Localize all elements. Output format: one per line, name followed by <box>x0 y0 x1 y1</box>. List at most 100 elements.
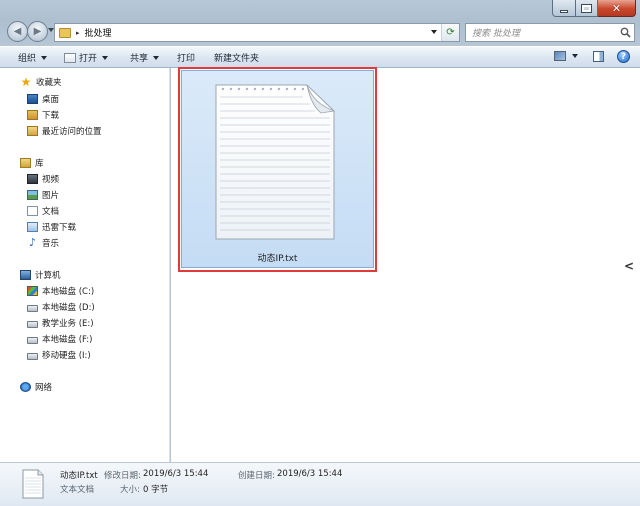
address-dropdown-icon[interactable] <box>431 30 437 34</box>
search-input[interactable]: 搜索 批处理 <box>466 26 618 39</box>
close-button[interactable]: ✕ <box>598 0 636 17</box>
close-icon: ✕ <box>611 1 622 15</box>
details-pane: 动态IP.txt 修改日期: 2019/6/3 15:44 创建日期: 2019… <box>0 462 640 506</box>
share-button[interactable]: 共享 <box>130 51 160 64</box>
forward-button[interactable]: ▶ <box>27 21 48 42</box>
video-library-icon <box>27 174 38 184</box>
organize-button[interactable]: 组织 <box>18 51 48 64</box>
recent-places-icon <box>27 126 38 136</box>
details-created-label: 创建日期: <box>238 471 275 481</box>
nav-favorites[interactable]: ★ 收藏夹 <box>20 76 62 88</box>
text-file-icon <box>22 469 44 499</box>
command-bar: 组织 打开 共享 打印 新建文件夹 ? <box>0 46 640 68</box>
nav-computer[interactable]: 计算机 <box>20 269 61 281</box>
nav-item-drive-c[interactable]: 本地磁盘 (C:) <box>27 285 94 297</box>
help-button[interactable]: ? <box>617 50 630 63</box>
nav-computer-label: 计算机 <box>35 271 61 281</box>
details-modified-value: 2019/6/3 15:44 <box>143 469 209 479</box>
folder-icon <box>59 27 71 38</box>
network-icon <box>20 382 31 392</box>
search-icon[interactable] <box>618 26 632 40</box>
print-label: 打印 <box>177 54 196 64</box>
nav-item-label: 最近访问的位置 <box>42 127 102 137</box>
nav-item-documents[interactable]: 文档 <box>27 205 59 217</box>
hard-drive-icon <box>27 320 38 328</box>
nav-item-label: 桌面 <box>42 95 60 105</box>
address-bar[interactable]: ▸ 批处理 ⟳ <box>54 23 460 42</box>
caption-buttons: ✕ <box>552 0 636 17</box>
nav-item-label: 本地磁盘 (C:) <box>42 287 95 297</box>
maximize-icon <box>581 3 592 13</box>
navigation-row: ◀ ▶ ▸ 批处理 ⟳ 搜索 批处理 <box>0 20 640 44</box>
removable-drive-icon <box>27 352 38 360</box>
nav-item-label: 移动硬盘 (I:) <box>42 351 91 361</box>
nav-item-drive-e[interactable]: 教学业务 (E:) <box>27 317 94 329</box>
hard-drive-icon <box>27 304 38 312</box>
new-folder-label: 新建文件夹 <box>214 54 260 64</box>
nav-item-label: 本地磁盘 (D:) <box>42 303 95 313</box>
expand-pane-icon[interactable]: < <box>624 259 634 273</box>
breadcrumb-current[interactable]: 批处理 <box>85 26 112 39</box>
file-name-label[interactable]: 动态IP.txt <box>181 251 374 264</box>
chevron-down-icon <box>102 55 109 60</box>
nav-item-drive-d[interactable]: 本地磁盘 (D:) <box>27 301 95 313</box>
nav-network-label: 网络 <box>35 383 53 393</box>
breadcrumb-separator-icon[interactable]: ▸ <box>76 29 80 37</box>
details-file-name: 动态IP.txt <box>60 471 98 481</box>
refresh-icon: ⟳ <box>446 27 455 38</box>
desktop-icon <box>27 94 38 104</box>
minimize-button[interactable] <box>552 0 576 17</box>
nav-item-pictures[interactable]: 图片 <box>27 189 59 201</box>
back-button[interactable]: ◀ <box>7 21 28 42</box>
view-icon <box>554 51 566 61</box>
pictures-library-icon <box>27 190 38 200</box>
organize-label: 组织 <box>18 54 37 64</box>
chevron-down-icon <box>572 54 578 58</box>
details-size-value: 0 字节 <box>143 485 169 495</box>
notepad-icon <box>64 52 76 63</box>
arrow-left-icon: ◀ <box>13 26 22 37</box>
details-size-label: 大小: <box>120 485 140 495</box>
minimize-icon <box>560 9 568 13</box>
text-file-icon[interactable] <box>215 83 335 240</box>
library-icon <box>20 158 31 168</box>
change-view-button[interactable] <box>554 51 578 61</box>
nav-item-desktop[interactable]: 桌面 <box>27 93 59 105</box>
details-modified-label: 修改日期: <box>104 471 141 481</box>
open-label: 打开 <box>79 54 98 64</box>
print-button[interactable]: 打印 <box>177 51 195 64</box>
nav-network[interactable]: 网络 <box>20 381 52 393</box>
explorer-window: ✕ ◀ ▶ ▸ 批处理 ⟳ 搜索 批处理 组织 打开 共享 打印 新建文件夹 ? <box>0 0 640 506</box>
nav-item-label: 教学业务 (E:) <box>42 319 94 329</box>
chevron-down-icon <box>41 55 48 60</box>
nav-item-label: 音乐 <box>42 239 60 249</box>
open-button[interactable]: 打开 <box>64 51 109 64</box>
nav-libraries[interactable]: 库 <box>20 157 44 169</box>
nav-item-label: 本地磁盘 (F:) <box>42 335 93 345</box>
xunlei-download-icon <box>27 222 38 232</box>
nav-libraries-label: 库 <box>35 159 44 169</box>
preview-pane-button[interactable] <box>593 51 604 62</box>
nav-item-downloads[interactable]: 下载 <box>27 109 59 121</box>
details-file-type: 文本文档 <box>60 485 95 495</box>
chevron-down-icon <box>153 55 160 60</box>
star-icon: ★ <box>20 75 32 89</box>
nav-item-label: 文档 <box>42 207 60 217</box>
nav-item-xunlei-downloads[interactable]: 迅雷下载 <box>27 221 76 233</box>
nav-item-drive-f[interactable]: 本地磁盘 (F:) <box>27 333 92 345</box>
refresh-button[interactable]: ⟳ <box>441 24 459 41</box>
music-note-icon: ♪ <box>28 236 37 249</box>
nav-item-label: 视频 <box>42 175 60 185</box>
nav-item-recent-places[interactable]: 最近访问的位置 <box>27 125 102 137</box>
maximize-button[interactable] <box>576 0 598 17</box>
nav-item-drive-i[interactable]: 移动硬盘 (I:) <box>27 349 91 361</box>
nav-item-videos[interactable]: 视频 <box>27 173 59 185</box>
navigation-pane: ★ 收藏夹 桌面 下载 最近访问的位置 库 视频 图片 文档 迅雷下载 ♪ 音乐 计… <box>0 68 170 462</box>
nav-favorites-label: 收藏夹 <box>36 78 62 88</box>
arrow-right-icon: ▶ <box>33 26 42 37</box>
details-created-value: 2019/6/3 15:44 <box>277 469 343 479</box>
search-box[interactable]: 搜索 批处理 <box>465 23 635 42</box>
nav-item-label: 下载 <box>42 111 60 121</box>
new-folder-button[interactable]: 新建文件夹 <box>214 51 259 64</box>
nav-item-music[interactable]: ♪ 音乐 <box>27 237 59 249</box>
